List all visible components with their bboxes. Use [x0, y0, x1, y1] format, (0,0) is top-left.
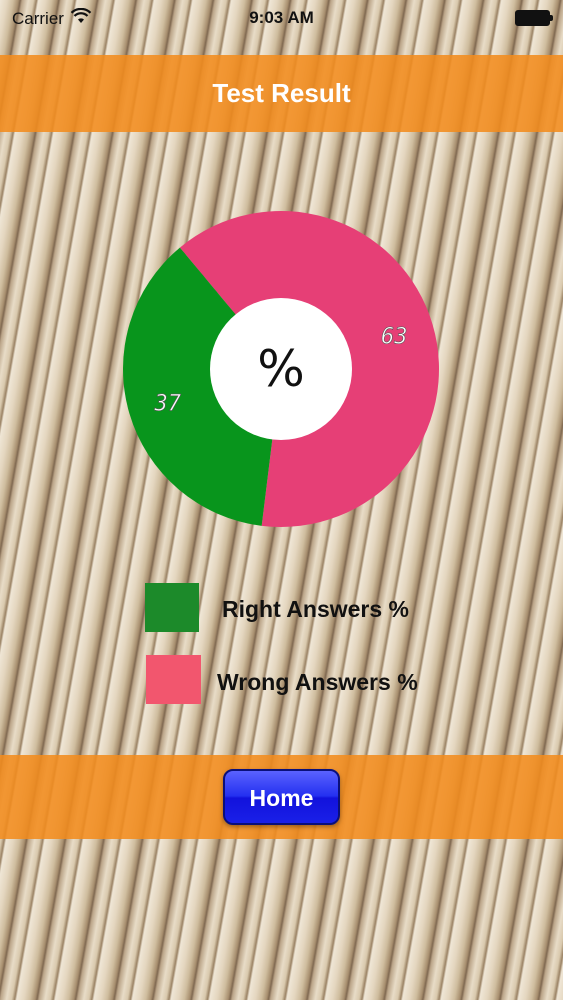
clock-time: 9:03 AM [249, 8, 314, 27]
chart-center-label: % [257, 340, 305, 398]
footer-bar: Home [0, 755, 563, 839]
legend-swatch [146, 655, 201, 704]
pie-slice-value-label: 63 [381, 325, 408, 350]
status-bar: Carrier 9:03 AM [0, 0, 563, 36]
battery-icon [515, 10, 553, 26]
legend-label: Right Answers % [222, 596, 409, 622]
legend-label: Wrong Answers % [217, 669, 418, 695]
legend-swatch [145, 583, 199, 632]
pie-slice-value-label: 37 [154, 391, 182, 416]
page-title: Test Result [212, 78, 351, 108]
home-button[interactable]: Home [223, 769, 340, 825]
header-bar: Test Result [0, 55, 563, 132]
result-pie-chart: % 63 37 Right Answers % Wrong Answers % [123, 211, 440, 704]
